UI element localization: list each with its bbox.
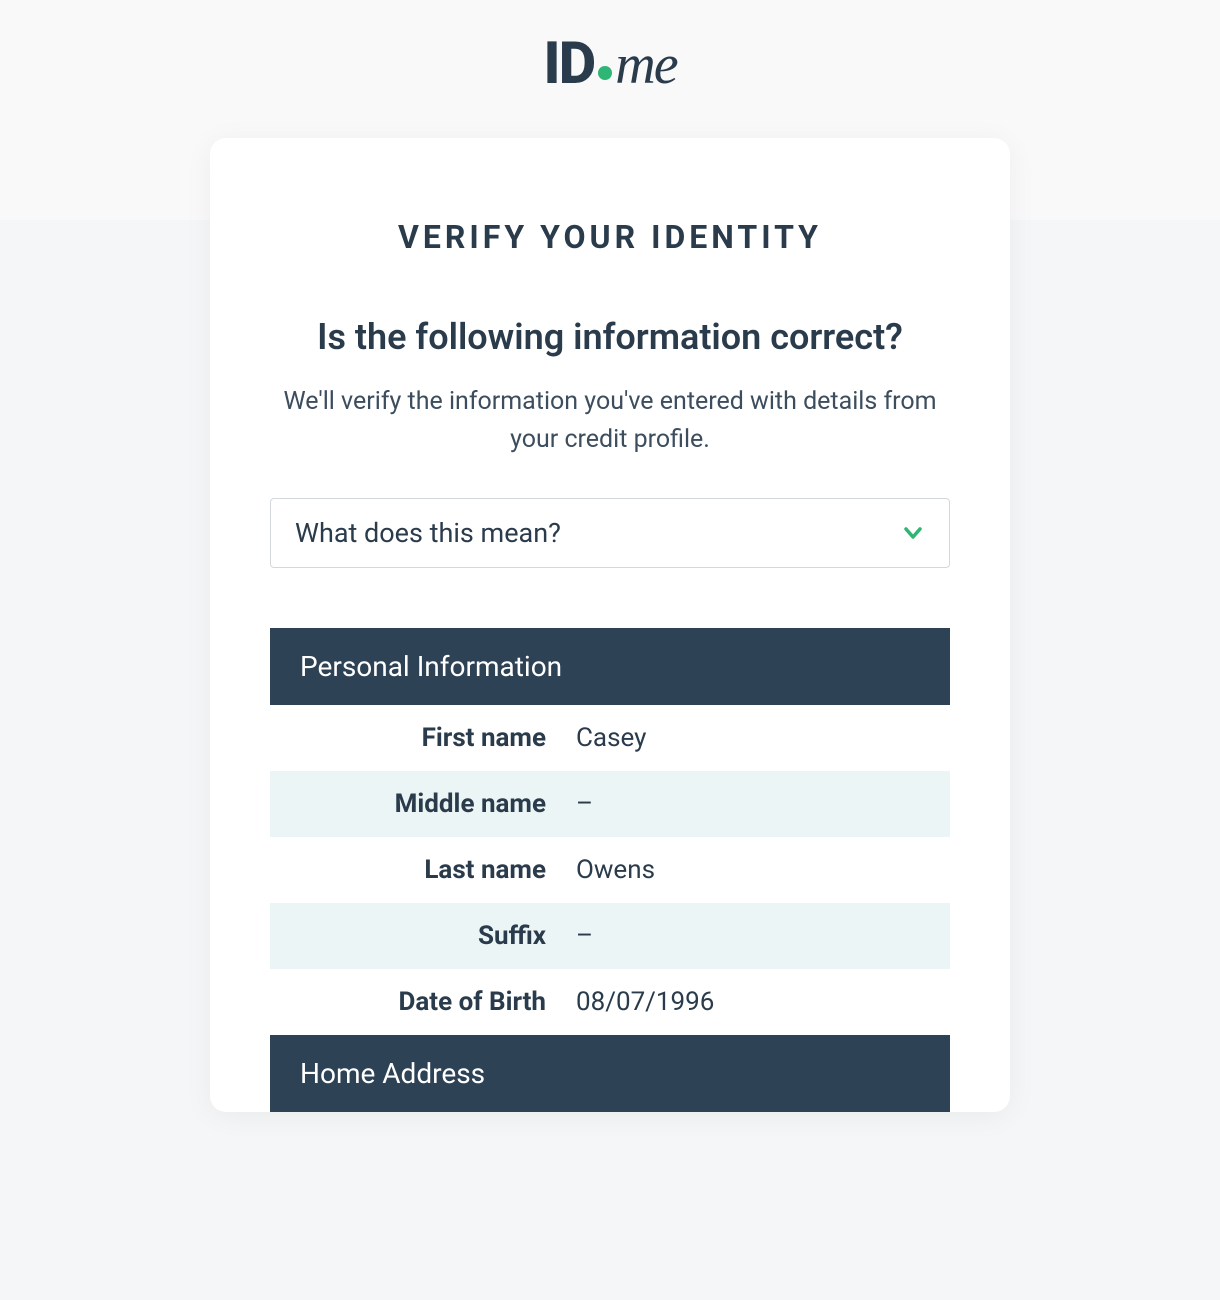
table-row: Middle name – [270, 771, 950, 837]
what-does-this-mean-accordion[interactable]: What does this mean? [270, 498, 950, 568]
dob-value: 08/07/1996 [576, 987, 950, 1017]
question-heading: Is the following information correct? [270, 316, 950, 358]
table-row: Date of Birth 08/07/1996 [270, 969, 950, 1035]
chevron-down-icon [901, 521, 925, 545]
table-row: First name Casey [270, 705, 950, 771]
table-row: Last name Owens [270, 837, 950, 903]
logo-dot-icon [598, 66, 612, 80]
personal-info-header: Personal Information [270, 628, 950, 705]
home-address-header: Home Address [270, 1035, 950, 1112]
last-name-label: Last name [270, 855, 576, 885]
middle-name-label: Middle name [270, 789, 576, 819]
first-name-value: Casey [576, 723, 950, 753]
verification-card: VERIFY YOUR IDENTITY Is the following in… [210, 138, 1010, 1112]
page-title: VERIFY YOUR IDENTITY [270, 218, 950, 256]
subtitle-text: We'll verify the information you've ente… [270, 383, 950, 458]
logo-id-text: ID [543, 30, 594, 98]
suffix-label: Suffix [270, 921, 576, 951]
first-name-label: First name [270, 723, 576, 753]
table-row: Suffix – [270, 903, 950, 969]
dob-label: Date of Birth [270, 987, 576, 1017]
suffix-value: – [576, 921, 950, 951]
logo: ID me [543, 30, 676, 98]
logo-me-text: me [615, 33, 676, 97]
last-name-value: Owens [576, 855, 950, 885]
accordion-label: What does this mean? [295, 517, 561, 549]
middle-name-value: – [576, 789, 950, 819]
